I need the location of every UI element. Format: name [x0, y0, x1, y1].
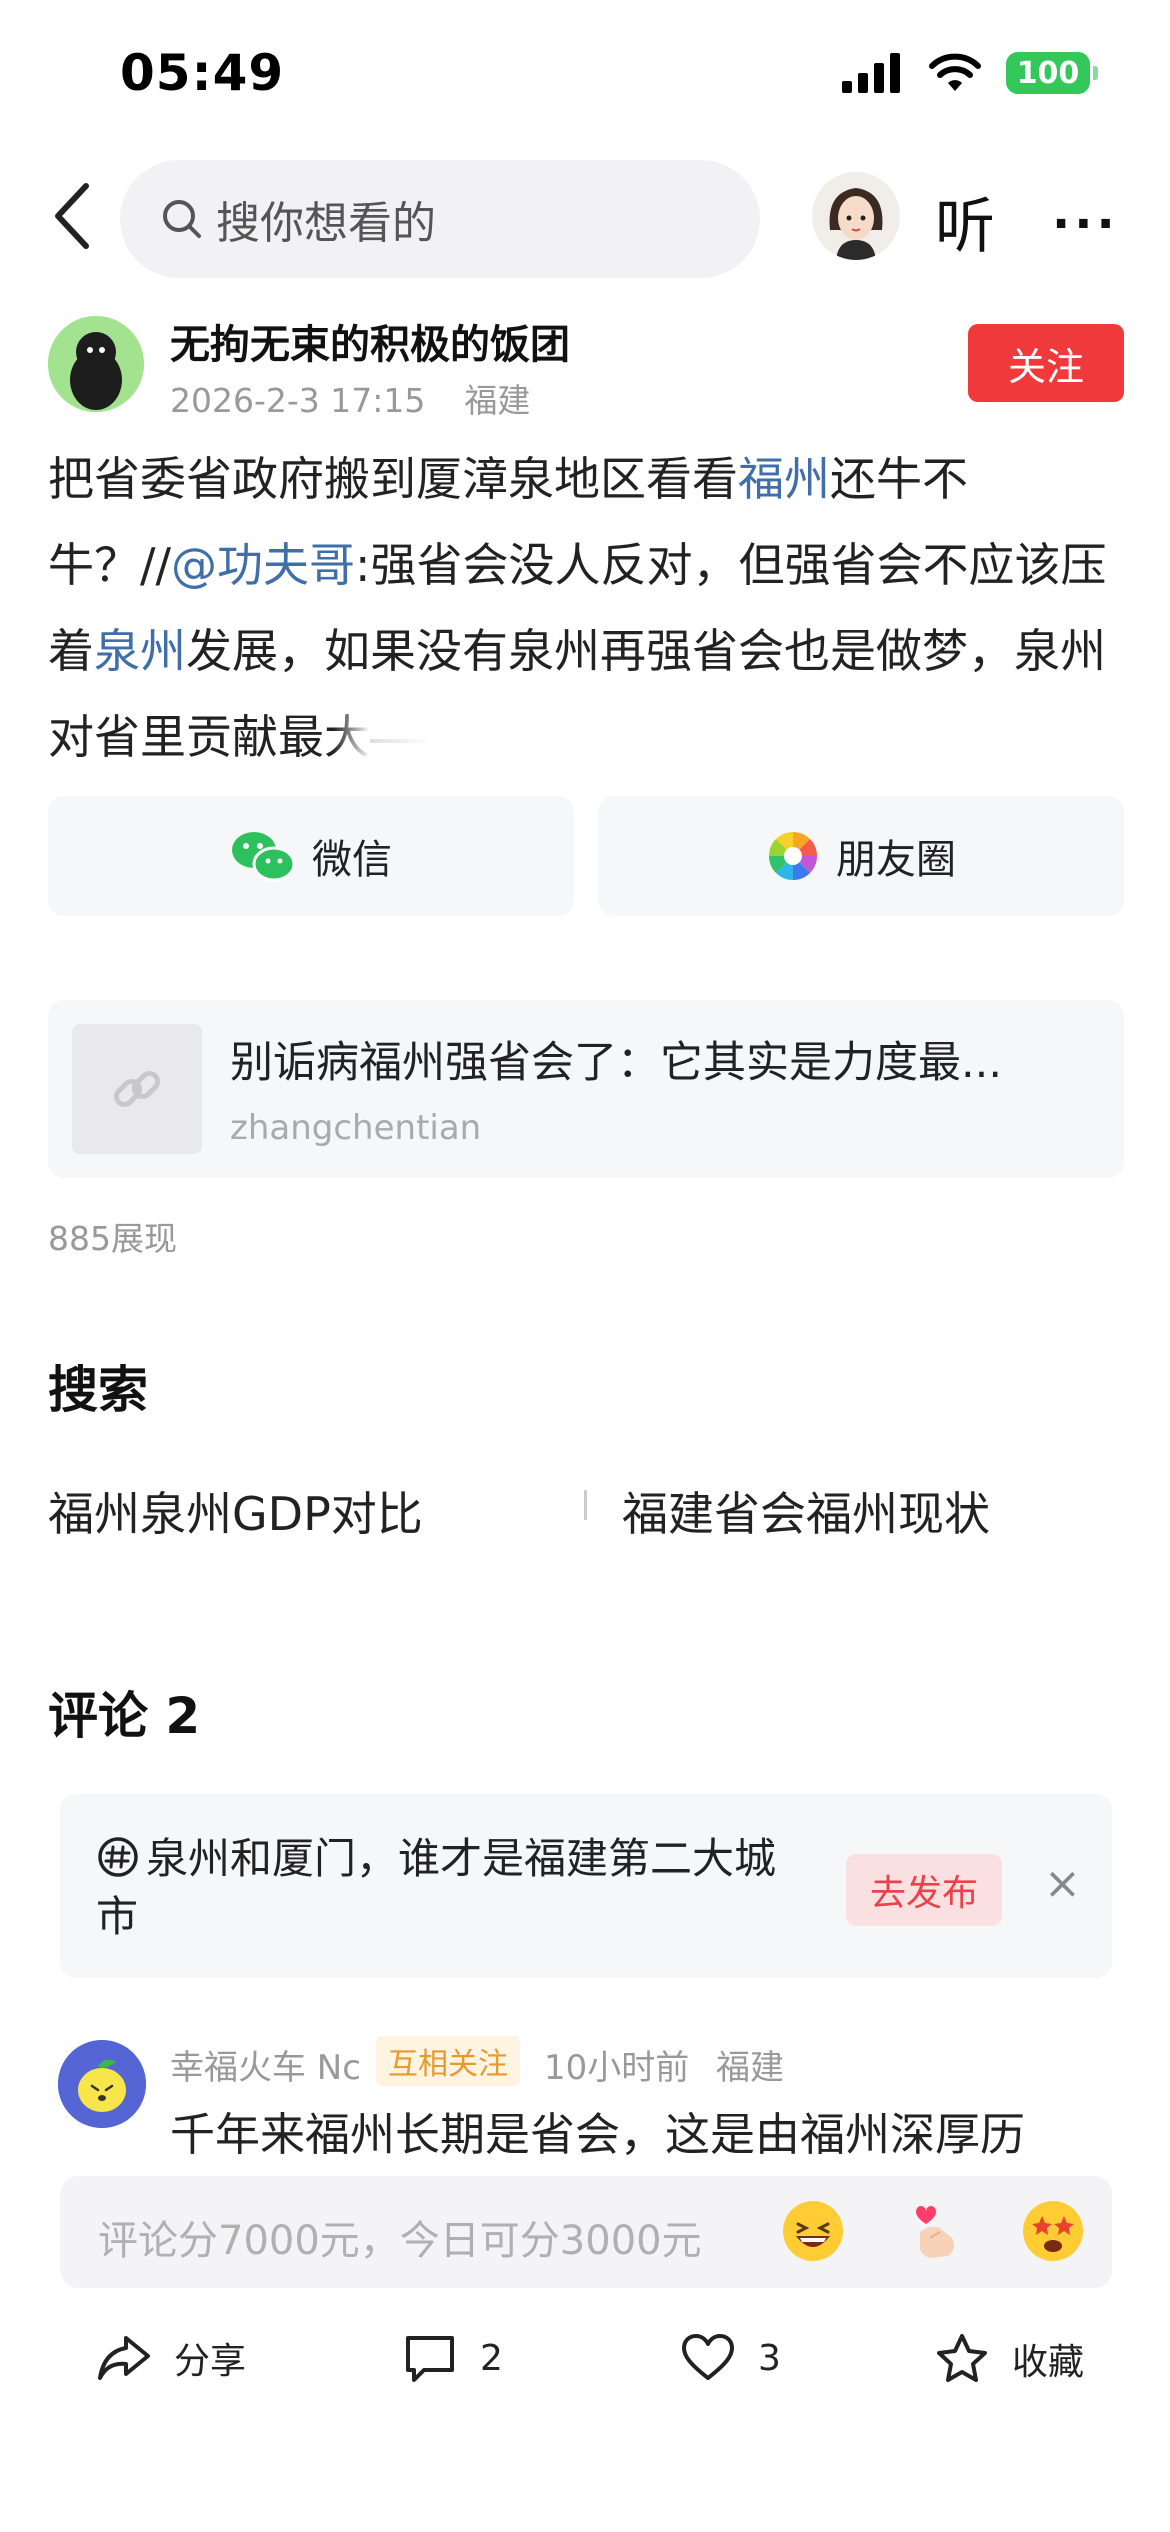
share-wechat-label: 微信 [312, 837, 392, 883]
post-text: 发展，如果没有泉州再强省会也是做梦，泉州对省里贡献最 [48, 624, 1106, 764]
comment-input[interactable]: 评论分7000元，今日可分3000元 [60, 2176, 1112, 2288]
star-eyes-emoji-icon[interactable] [1020, 2198, 1086, 2264]
share-moments-label: 朋友圈 [836, 837, 956, 883]
star-icon [937, 2334, 987, 2382]
back-button[interactable] [48, 180, 96, 252]
share-icon [98, 2336, 150, 2380]
comments-title: 评论 2 [48, 1687, 201, 1745]
author-name[interactable]: 无拘无束的积极的饭团 [170, 312, 570, 370]
search-placeholder: 搜你想看的 [216, 198, 436, 249]
topic-link-quanzhou[interactable]: 泉州 [94, 624, 186, 678]
post-body: 把省委省政府搬到厦漳泉地区看看福州还牛不牛？//@功夫哥:强省会没人反对，但强省… [48, 436, 1128, 780]
author-avatar[interactable] [48, 316, 144, 412]
post-date: 2026-2-3 17:15 [170, 381, 426, 420]
topic-prompt-card: 泉州和厦门，谁才是福建第二大城市 去发布 × [60, 1794, 1112, 1978]
comment-input-placeholder: 评论分7000元，今日可分3000元 [98, 2218, 702, 2264]
share-label: 分享 [174, 2341, 247, 2382]
link-source: zhangchentian [230, 1108, 482, 1148]
penguin-avatar-icon [48, 316, 144, 412]
comment-button[interactable]: 2 [402, 2332, 503, 2384]
comment-avatar[interactable] [58, 2040, 146, 2128]
wechat-icon [232, 832, 296, 882]
publish-button[interactable]: 去发布 [846, 1854, 1002, 1926]
share-wechat-button[interactable]: 微信 [48, 796, 574, 916]
topic-prompt[interactable]: 泉州和厦门，谁才是福建第二大城市 [96, 1830, 776, 1946]
status-time: 05:49 [120, 44, 285, 102]
divider [584, 1490, 587, 1520]
user-avatar-icon [812, 172, 900, 260]
follow-button[interactable]: 关注 [968, 324, 1124, 402]
topic-link-fuzhou[interactable]: 福州 [738, 452, 830, 506]
battery-level: 100 [1016, 55, 1080, 91]
lemon-avatar-icon [58, 2040, 146, 2128]
search-section-title: 搜索 [48, 1361, 148, 1419]
search-suggestion[interactable]: 福建省会福州现状 [622, 1478, 990, 1544]
comment-username[interactable]: 幸福火车 Nc [170, 2040, 361, 2089]
comment-time: 10小时前 [544, 2048, 690, 2088]
search-input[interactable]: 搜你想看的 [120, 160, 760, 278]
chevron-left-icon [55, 183, 89, 249]
favorite-label: 收藏 [1012, 2342, 1085, 2383]
post-text-fade: 大 [324, 710, 370, 764]
mention-link[interactable]: @功夫哥 [171, 538, 355, 592]
share-button[interactable]: 分享 [96, 2332, 246, 2384]
like-button[interactable]: 3 [680, 2332, 781, 2384]
user-avatar-button[interactable] [812, 172, 900, 260]
link-thumbnail [72, 1024, 202, 1154]
favorite-button[interactable]: 收藏 [934, 2332, 1084, 2386]
battery-icon: 100 [1006, 52, 1098, 94]
comment-icon [406, 2336, 454, 2382]
link-icon [113, 1070, 161, 1108]
comment-text[interactable]: 千年来福州长期是省会，这是由福州深厚历 [170, 2098, 1110, 2163]
comment-count: 2 [480, 2337, 503, 2379]
moments-icon [768, 831, 818, 881]
post-location: 福建 [464, 381, 531, 420]
listen-button[interactable]: 听 [935, 178, 995, 265]
view-count: 885展现 [48, 1219, 177, 1258]
hashtag-icon [98, 1837, 138, 1877]
link-title: 别诟病福州强省会了：它其实是力度最... [230, 1038, 1003, 1088]
search-suggestion[interactable]: 福州泉州GDP对比 [48, 1478, 423, 1544]
search-icon [163, 200, 201, 238]
topic-text: 泉州和厦门，谁才是福建第二大城市 [96, 1834, 777, 1941]
link-card[interactable]: 别诟病福州强省会了：它其实是力度最... zhangchentian [48, 1000, 1124, 1178]
wifi-icon [929, 53, 981, 91]
cellular-signal-icon [842, 53, 900, 93]
heart-icon [682, 2334, 734, 2380]
more-button[interactable]: ··· [1052, 196, 1119, 252]
close-icon[interactable]: × [1044, 1858, 1081, 1909]
mutual-follow-badge: 互相关注 [376, 2036, 520, 2086]
status-icons: 100 [842, 52, 1098, 94]
like-count: 3 [758, 2337, 781, 2379]
finger-heart-emoji-icon[interactable] [900, 2198, 966, 2264]
comment-location: 福建 [716, 2048, 784, 2088]
post-meta: 2026-2-3 17:15 福建 [170, 374, 530, 422]
post-text: 把省委省政府搬到厦漳泉地区看看 [48, 452, 738, 506]
share-moments-button[interactable]: 朋友圈 [598, 796, 1124, 916]
laughing-emoji-icon[interactable] [780, 2198, 846, 2264]
